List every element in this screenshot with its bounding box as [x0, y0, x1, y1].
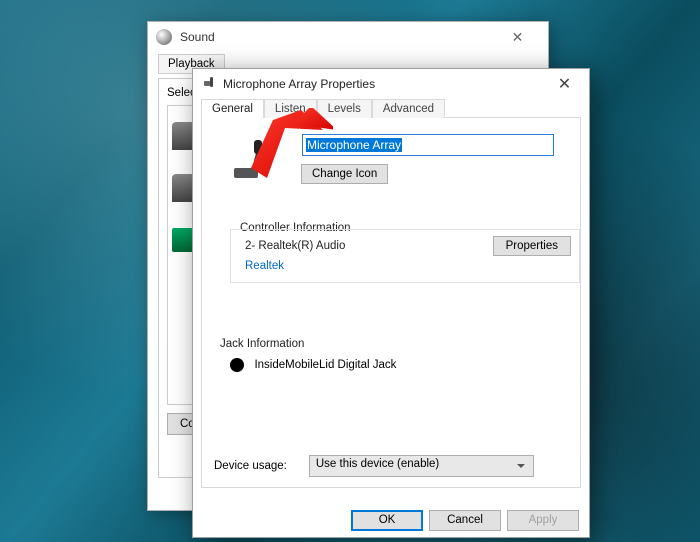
properties-footer: OK Cancel Apply	[193, 503, 589, 537]
device-usage-label: Device usage:	[214, 460, 287, 472]
configure-button[interactable]: Configure	[167, 413, 193, 435]
device-usage-select[interactable]: Use this device (enable)	[309, 455, 534, 477]
close-icon[interactable]: ✕	[542, 70, 587, 98]
device-name-input[interactable]: Microphone Array	[302, 134, 554, 156]
tab-listen[interactable]: Listen	[264, 99, 317, 118]
speaker-icon	[156, 29, 172, 45]
microphone-icon	[201, 76, 217, 92]
sound-titlebar[interactable]: Sound ✕	[148, 22, 548, 52]
properties-titlebar[interactable]: Microphone Array Properties ✕	[193, 69, 589, 99]
jack-info-group: Jack Information InsideMobileLid Digital…	[214, 338, 568, 374]
device-usage-row: Device usage: Use this device (enable)	[214, 455, 534, 477]
tab-advanced[interactable]: Advanced	[372, 99, 445, 118]
microphone-device-icon	[230, 138, 270, 182]
jack-name: InsideMobileLid Digital Jack	[254, 359, 396, 371]
sound-title: Sound	[180, 30, 495, 44]
jack-color-icon	[230, 358, 244, 372]
controller-info-group: Controller Information 2- Realtek(R) Aud…	[230, 218, 580, 283]
jack-info-label: Jack Information	[220, 338, 568, 350]
tab-levels[interactable]: Levels	[317, 99, 372, 118]
change-icon-button[interactable]: Change Icon	[301, 164, 388, 184]
ok-button[interactable]: OK	[351, 510, 423, 531]
device-usage-value: Use this device (enable)	[316, 458, 439, 470]
tab-general[interactable]: General	[201, 99, 264, 118]
general-panel: Microphone Array Change Icon Controller …	[201, 118, 581, 488]
cancel-button[interactable]: Cancel	[429, 510, 501, 531]
apply-button[interactable]: Apply	[507, 510, 579, 531]
close-icon[interactable]: ✕	[495, 23, 540, 51]
properties-window: Microphone Array Properties ✕ General Li…	[192, 68, 590, 538]
vendor-link[interactable]: Realtek	[245, 260, 569, 272]
device-name-text: Microphone Array	[306, 138, 402, 152]
properties-title: Microphone Array Properties	[223, 77, 542, 91]
properties-tabs: General Listen Levels Advanced	[201, 99, 581, 118]
properties-button[interactable]: Properties	[493, 236, 571, 256]
